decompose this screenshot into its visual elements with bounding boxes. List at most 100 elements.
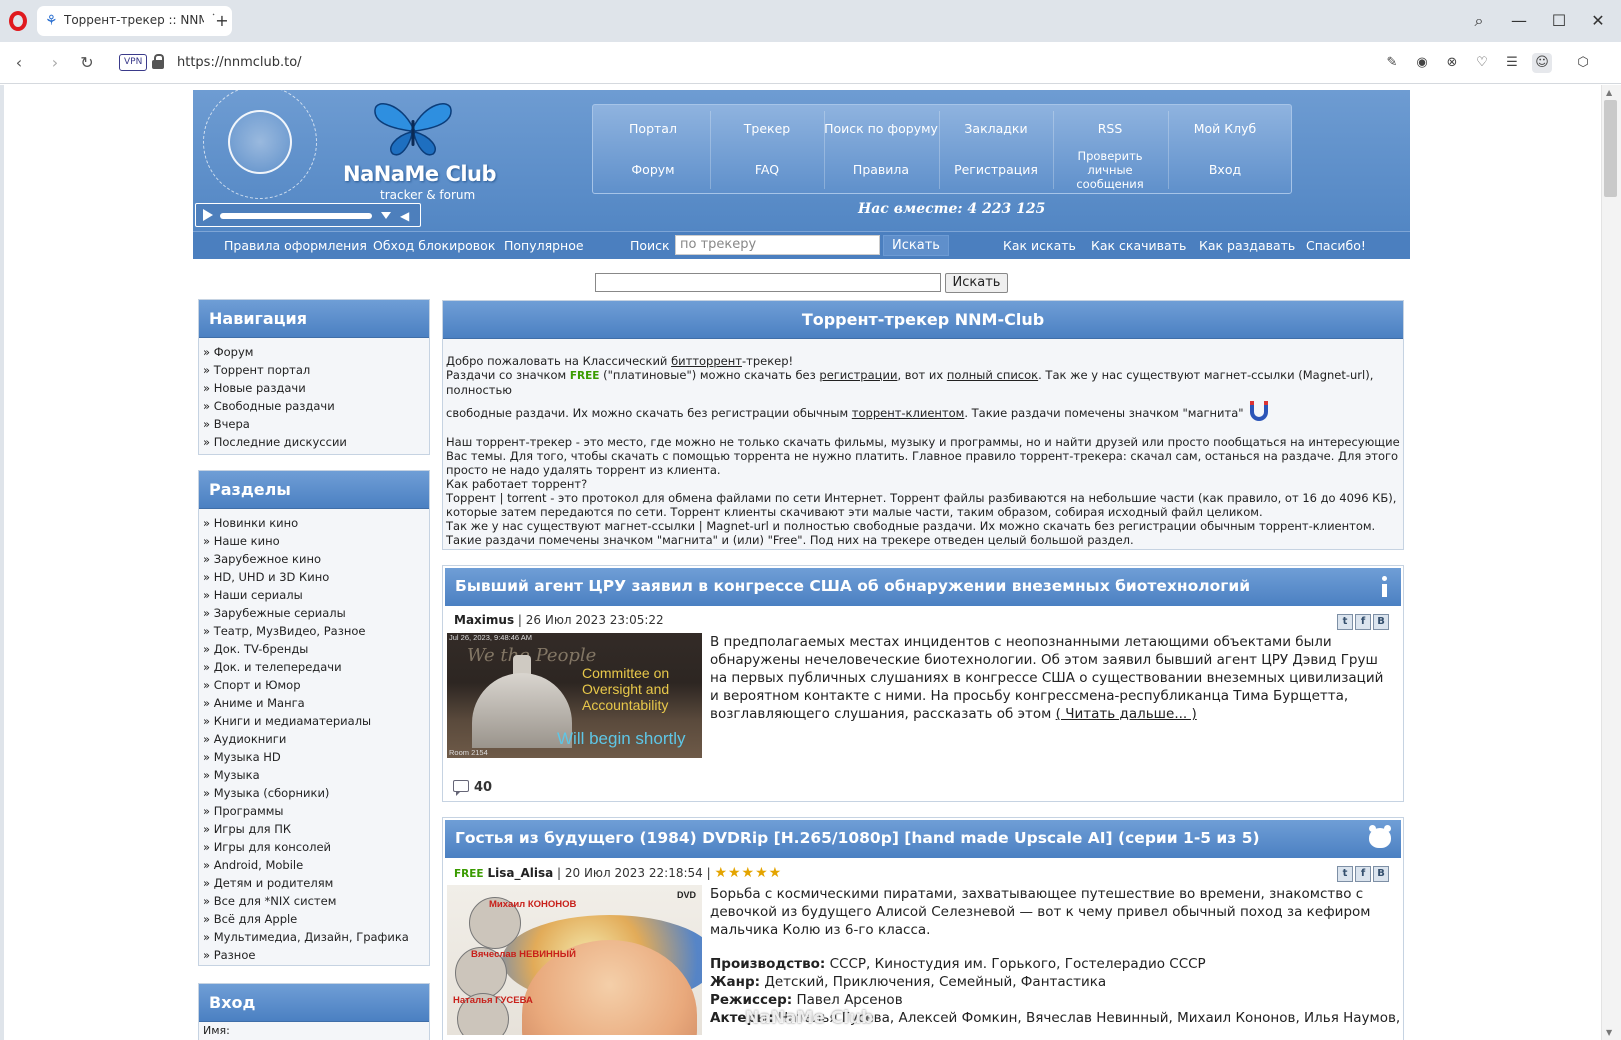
- news-title-text[interactable]: Гостья из будущего (1984) DVDRip [H.265/…: [455, 829, 1260, 847]
- sidebar-section-item[interactable]: Аудиокниги: [203, 730, 425, 748]
- sidebar-section-item[interactable]: Наше кино: [203, 532, 425, 550]
- sidebar-section-item[interactable]: Музыка HD: [203, 748, 425, 766]
- nav-bookmarks[interactable]: Закладки: [939, 109, 1053, 149]
- reload-icon[interactable]: ↻: [76, 52, 98, 74]
- registration-link[interactable]: регистрации: [819, 368, 897, 382]
- full-list-link[interactable]: полный список: [947, 368, 1038, 382]
- search-tabs-icon[interactable]: ⌕: [1467, 9, 1491, 33]
- close-window-button[interactable]: ✕: [1586, 9, 1610, 33]
- opera-logo-icon[interactable]: [9, 11, 27, 31]
- extensions-icon[interactable]: ⬡: [1573, 53, 1593, 73]
- sidebar-section-item[interactable]: Театр, МузВидео, Разное: [203, 622, 425, 640]
- sidebar-section-item[interactable]: Зарубежное кино: [203, 550, 425, 568]
- sidebar-section-item[interactable]: Книги и медиаматериалы: [203, 712, 425, 730]
- sidebar-section-item[interactable]: Музыка (сборники): [203, 784, 425, 802]
- share-page-icon[interactable]: ✎: [1382, 53, 1402, 73]
- butterfly-logo-icon[interactable]: [371, 98, 455, 158]
- sidebar-nav-item[interactable]: Свободные раздачи: [203, 397, 425, 415]
- camera-icon[interactable]: ◉: [1412, 53, 1432, 73]
- sidebar-section-item[interactable]: Зарубежные сериалы: [203, 604, 425, 622]
- subnav-formatting-rules[interactable]: Правила оформления: [224, 238, 367, 253]
- sidebar-section-item[interactable]: Программы: [203, 802, 425, 820]
- bear-icon[interactable]: [1369, 825, 1391, 848]
- sidebar-nav-item[interactable]: Торрент портал: [203, 361, 425, 379]
- share-twitter-icon[interactable]: t: [1337, 866, 1353, 882]
- nav-login[interactable]: Вход: [1168, 150, 1282, 190]
- news-title[interactable]: Гостья из будущего (1984) DVDRip [H.265/…: [445, 820, 1401, 858]
- sidebar-nav-item[interactable]: Новые раздачи: [203, 379, 425, 397]
- sidebar-section-item[interactable]: Док. и телепередачи: [203, 658, 425, 676]
- read-more-link[interactable]: ( Читать дальше... ): [1056, 706, 1197, 722]
- share-vk-icon[interactable]: В: [1373, 866, 1389, 882]
- share-twitter-icon[interactable]: t: [1337, 614, 1353, 630]
- share-vk-icon[interactable]: В: [1373, 614, 1389, 630]
- movie-poster[interactable]: Михаил КОНОНОВ Вячеслав НЕВИННЫЙ Наталья…: [447, 885, 702, 1035]
- sidebar-section-item[interactable]: Наши сериалы: [203, 586, 425, 604]
- subnav-how-to-seed[interactable]: Как раздавать: [1199, 238, 1295, 253]
- nav-register[interactable]: Регистрация: [939, 150, 1053, 190]
- sidebar-section-item[interactable]: Аниме и Манга: [203, 694, 425, 712]
- sidebar-section-item[interactable]: HD, UHD и 3D Кино: [203, 568, 425, 586]
- torrent-client-link[interactable]: торрент-клиентом: [852, 406, 965, 420]
- maximize-button[interactable]: ☐: [1547, 9, 1571, 33]
- sidebar-section-item[interactable]: Док. TV-бренды: [203, 640, 425, 658]
- nav-rss[interactable]: RSS: [1053, 109, 1167, 149]
- scrollbar-thumb[interactable]: [1604, 100, 1617, 197]
- news-title-text[interactable]: Бывший агент ЦРУ заявил в конгрессе США …: [455, 577, 1250, 595]
- easy-setup-icon[interactable]: ☰: [1502, 53, 1522, 73]
- lock-icon[interactable]: [152, 54, 164, 71]
- nav-forum[interactable]: Форум: [596, 150, 710, 190]
- volume-icon[interactable]: ◀: [400, 209, 409, 223]
- share-facebook-icon[interactable]: f: [1355, 866, 1371, 882]
- news-author[interactable]: Maximus: [454, 613, 514, 627]
- sidebar-nav-item[interactable]: Вчера: [203, 415, 425, 433]
- comments-count[interactable]: 40: [474, 780, 492, 795]
- nav-tracker[interactable]: Трекер: [710, 109, 824, 149]
- vpn-badge[interactable]: VPN: [119, 54, 148, 71]
- tracker-search-button[interactable]: Искать: [883, 235, 949, 256]
- nav-portal[interactable]: Портал: [596, 109, 710, 149]
- nav-check-messages[interactable]: Проверить личные сообщения: [1053, 149, 1167, 191]
- url-field[interactable]: https://nnmclub.to/: [177, 55, 302, 70]
- subnav-popular[interactable]: Популярное: [504, 238, 584, 253]
- sidebar-section-item[interactable]: Новинки кино: [203, 514, 425, 532]
- scroll-up-icon[interactable]: ▲: [1606, 88, 1612, 97]
- subnav-bypass-blocking[interactable]: Обход блокировок: [373, 238, 495, 253]
- profile-icon[interactable]: ☺: [1532, 53, 1552, 73]
- tracker-search-input[interactable]: по трекеру: [675, 235, 880, 255]
- site-search-button[interactable]: Искать: [945, 273, 1008, 293]
- site-logo-text[interactable]: NaNaMe Club: [343, 162, 497, 186]
- play-icon[interactable]: [203, 209, 213, 221]
- subnav-how-to-download[interactable]: Как скачивать: [1091, 238, 1186, 253]
- news-author[interactable]: Lisa_Alisa: [487, 866, 553, 880]
- forward-icon[interactable]: ›: [44, 52, 66, 74]
- sidebar-section-item[interactable]: Разное: [203, 946, 425, 964]
- scroll-down-icon[interactable]: ▼: [1606, 1028, 1612, 1037]
- news-image[interactable]: We the People Jul 26, 2023, 9:48:46 AM C…: [447, 633, 702, 758]
- sidebar-section-item[interactable]: Все для *NIX систем: [203, 892, 425, 910]
- player-progress-bar[interactable]: [220, 213, 372, 219]
- sidebar-section-item[interactable]: Игры для ПК: [203, 820, 425, 838]
- sidebar-section-item[interactable]: Всё для Apple: [203, 910, 425, 928]
- nav-forum-search[interactable]: Поиск по форуму: [824, 109, 938, 149]
- bittorrent-link[interactable]: битторрент: [671, 354, 742, 368]
- subnav-how-to-search[interactable]: Как искать: [1003, 238, 1076, 253]
- sidebar-nav-item[interactable]: Последние дискуссии: [203, 433, 425, 451]
- nav-faq[interactable]: FAQ: [710, 150, 824, 190]
- news-title[interactable]: Бывший агент ЦРУ заявил в конгрессе США …: [445, 568, 1401, 606]
- sidebar-section-item[interactable]: Android, Mobile: [203, 856, 425, 874]
- comments-link[interactable]: 40: [453, 780, 492, 796]
- page-scrollbar[interactable]: [1601, 85, 1621, 1040]
- new-tab-button[interactable]: +: [212, 11, 232, 31]
- nav-my-club[interactable]: Мой Клуб: [1168, 109, 1282, 149]
- share-facebook-icon[interactable]: f: [1355, 614, 1371, 630]
- browser-tab[interactable]: ⚘ Торрент-трекер :: NNM-Club ✕: [37, 6, 232, 36]
- sidebar-nav-item[interactable]: Форум: [203, 343, 425, 361]
- player-menu-icon[interactable]: [381, 212, 391, 219]
- minimize-button[interactable]: —: [1507, 9, 1531, 33]
- subnav-thanks[interactable]: Спасибо!: [1306, 238, 1366, 253]
- back-icon[interactable]: ‹: [8, 52, 30, 74]
- sidebar-section-item[interactable]: Мультимедиа, Дизайн, Графика: [203, 928, 425, 946]
- info-icon[interactable]: [1379, 576, 1389, 598]
- sidebar-section-item[interactable]: Спорт и Юмор: [203, 676, 425, 694]
